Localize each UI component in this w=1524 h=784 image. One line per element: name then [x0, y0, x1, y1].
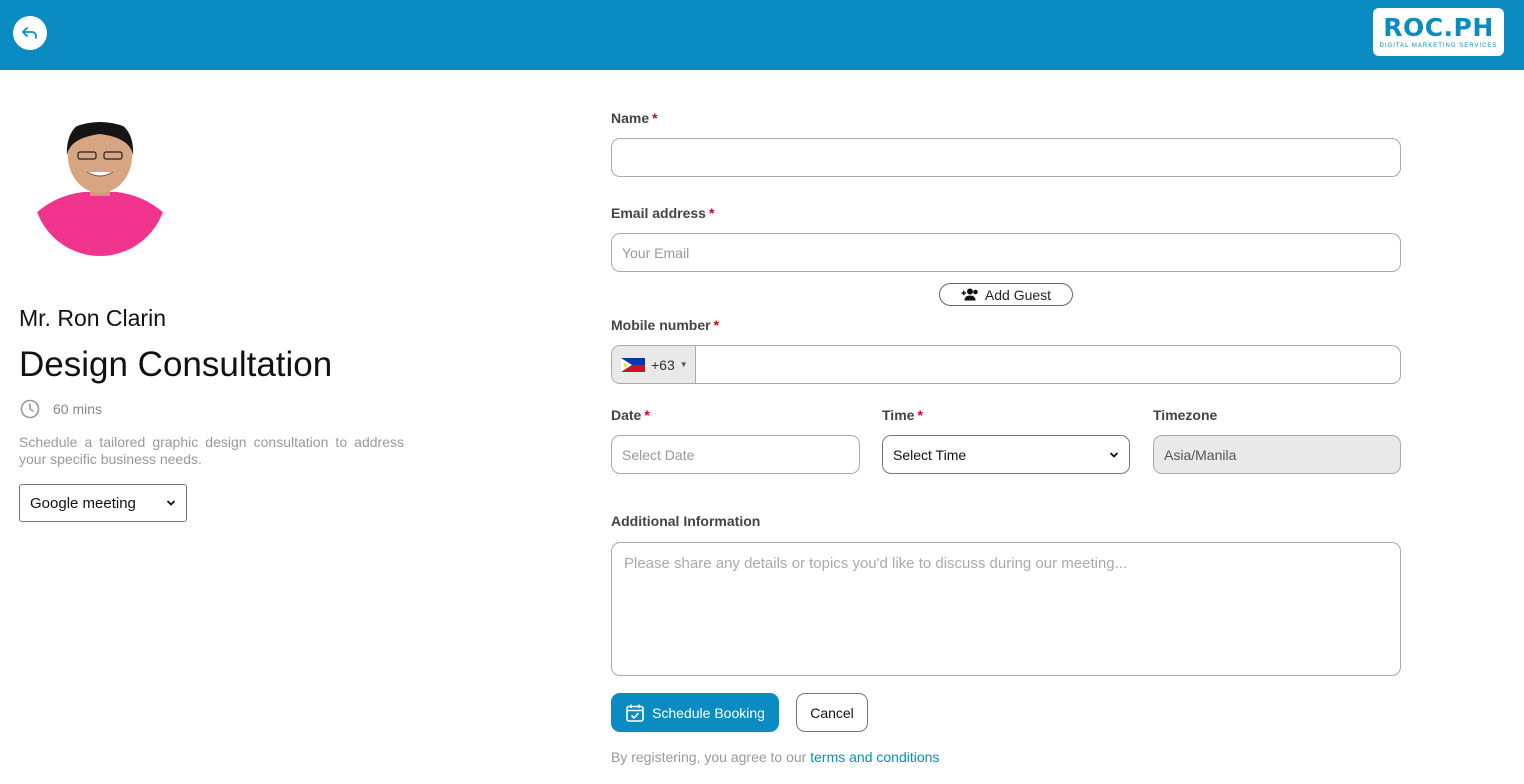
calendar-check-icon — [626, 704, 644, 722]
date-label-text: Date — [611, 407, 642, 423]
date-placeholder: Select Date — [622, 446, 695, 463]
terms-link[interactable]: terms and conditions — [810, 749, 939, 765]
meeting-type-select[interactable]: Google meeting — [19, 484, 187, 522]
time-label: Time * — [882, 407, 923, 423]
email-label: Email address * — [611, 205, 714, 221]
country-code: +63 — [651, 356, 675, 373]
timezone-value: Asia/Manila — [1164, 446, 1237, 463]
mobile-label-text: Mobile number — [611, 317, 711, 333]
email-placeholder: Your Email — [622, 244, 690, 261]
required-marker: * — [917, 407, 923, 423]
additional-info-textarea[interactable]: Please share any details or topics you'd… — [611, 542, 1401, 676]
logo-text: ROC.PH — [1383, 13, 1494, 42]
add-guest-button[interactable]: Add Guest — [939, 283, 1073, 306]
clock-icon — [20, 399, 40, 419]
required-marker: * — [652, 110, 658, 126]
email-label-text: Email address — [611, 205, 706, 221]
chevron-down-icon — [1109, 451, 1119, 458]
schedule-booking-button[interactable]: Schedule Booking — [611, 693, 779, 732]
date-input[interactable]: Select Date — [611, 435, 860, 474]
mobile-field: +63 ▼ — [611, 345, 1401, 384]
event-title: Design Consultation — [19, 345, 333, 384]
event-description: Schedule a tailored graphic design consu… — [19, 434, 404, 467]
terms-prefix: By registering, you agree to our — [611, 749, 807, 765]
add-user-icon — [961, 288, 978, 301]
required-marker: * — [708, 205, 715, 221]
brand-logo[interactable]: ROC.PH DIGITAL MARKETING SERVICES — [1373, 8, 1504, 56]
host-name: Mr. Ron Clarin — [19, 305, 166, 331]
additional-info-label-text: Additional Information — [611, 513, 761, 529]
schedule-booking-label: Schedule Booking — [652, 704, 765, 721]
caret-down-icon: ▼ — [679, 360, 688, 369]
host-avatar — [33, 122, 167, 256]
chevron-down-icon — [166, 500, 176, 506]
top-bar: ROC.PH DIGITAL MARKETING SERVICES — [0, 0, 1524, 70]
meeting-type-value: Google meeting — [30, 494, 136, 512]
date-label: Date * — [611, 407, 650, 423]
country-code-select[interactable]: +63 ▼ — [612, 346, 696, 383]
cancel-button[interactable]: Cancel — [796, 693, 868, 732]
philippines-flag-icon — [621, 357, 645, 372]
terms-notice: By registering, you agree to our terms a… — [611, 749, 939, 765]
name-input[interactable] — [611, 138, 1401, 177]
time-select[interactable]: Select Time — [882, 435, 1130, 474]
timezone-label: Timezone — [1153, 407, 1217, 423]
logo-subtitle: DIGITAL MARKETING SERVICES — [1379, 43, 1498, 49]
event-duration: 60 mins — [19, 398, 102, 420]
time-label-text: Time — [882, 407, 915, 423]
mobile-label: Mobile number * — [611, 317, 719, 333]
name-label: Name * — [611, 110, 658, 126]
required-marker: * — [644, 407, 650, 423]
timezone-field: Asia/Manila — [1153, 435, 1401, 474]
add-guest-label: Add Guest — [984, 286, 1052, 303]
duration-text: 60 mins — [53, 401, 103, 417]
time-value: Select Time — [893, 446, 967, 463]
name-label-text: Name — [611, 110, 650, 126]
additional-info-placeholder: Please share any details or topics you'd… — [624, 555, 1128, 572]
required-marker: * — [713, 317, 720, 333]
additional-info-label: Additional Information — [611, 513, 760, 529]
back-button[interactable] — [13, 16, 47, 50]
timezone-label-text: Timezone — [1153, 407, 1218, 423]
mobile-input[interactable] — [696, 346, 1400, 383]
email-input[interactable]: Your Email — [611, 233, 1401, 272]
back-arrow-icon — [22, 27, 37, 39]
